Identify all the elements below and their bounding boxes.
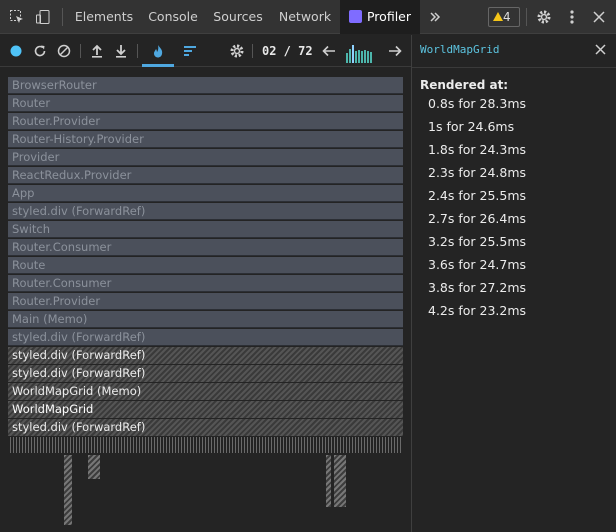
warning-icon [493,12,503,21]
tab-network[interactable]: Network [272,0,338,34]
flamegraph-row[interactable]: styled.div (ForwardRef) [8,203,403,220]
toolbar-separator [137,44,138,58]
gear-icon[interactable] [531,0,557,34]
toolbar-separator [62,8,63,26]
react-profiler-icon [348,10,362,23]
render-entry[interactable]: 3.8s for 27.2ms [428,280,526,295]
profiler-toolbar: 02 / 72 [0,35,411,67]
toolbar-separator [526,8,527,26]
record-icon[interactable] [4,35,28,67]
flamegraph-row[interactable]: styled.div (ForwardRef) [8,365,403,382]
prev-commit-icon[interactable] [317,35,341,67]
active-view-indicator [142,64,174,67]
ranked-chart-icon[interactable] [178,35,202,67]
flamegraph-row[interactable]: Router.Consumer [8,239,403,256]
tab-elements[interactable]: Elements [70,0,138,34]
flamegraph-row[interactable]: Router-History.Provider [8,131,403,148]
flamegraph-row[interactable]: Router.Provider [8,113,403,130]
flamegraph-row-selected[interactable]: WorldMapGrid [8,401,403,418]
flamegraph-row[interactable]: Router.Consumer [8,275,403,292]
flamegraph-row[interactable]: App [8,185,403,202]
flamegraph-row[interactable]: Router.Provider [8,293,403,310]
settings-icon[interactable] [225,35,249,67]
flamegraph-row[interactable]: ReactRedux.Provider [8,167,403,184]
flamegraph-row[interactable]: Router [8,95,403,112]
flamegraph-row[interactable]: Switch [8,221,403,238]
render-entry[interactable]: 1.8s for 24.3ms [428,142,526,157]
warnings-count: 4 [503,10,511,24]
flamegraph-row[interactable]: styled.div (ForwardRef) [8,347,403,364]
close-icon[interactable] [590,39,610,59]
flamegraph-child-bar[interactable] [326,455,331,507]
close-devtools-icon[interactable] [586,0,612,34]
flamegraph-row[interactable]: styled.div (ForwardRef) [8,419,403,436]
device-toolbar-icon[interactable] [30,0,56,34]
flamegraph-row[interactable]: styled.div (ForwardRef) [8,329,403,346]
render-entry[interactable]: 2.3s for 24.8ms [428,165,526,180]
flamegraph-row[interactable]: Route [8,257,403,274]
reload-icon[interactable] [28,35,52,67]
inspect-element-icon[interactable] [4,0,30,34]
profiler-pane: 02 / 72 BrowserRouter Router Router.Prov… [0,35,411,532]
next-commit-icon[interactable] [383,35,407,67]
tab-console[interactable]: Console [140,0,206,34]
save-profile-icon[interactable] [109,35,133,67]
flamegraph-child-bar[interactable] [64,455,72,525]
flamegraph-row[interactable]: Main (Memo) [8,311,403,328]
commit-counter: 02 / 72 [262,44,313,58]
devtools-tabbar: Elements Console Sources Network Profile… [0,0,616,34]
flamegraph-row[interactable]: BrowserRouter [8,77,403,94]
render-entry[interactable]: 2.7s for 26.4ms [428,211,526,226]
chevron-double-right-icon[interactable] [422,0,448,34]
render-entry[interactable]: 2.4s for 25.5ms [428,188,526,203]
commit-selector-chart[interactable] [345,43,375,63]
selected-component-name: WorldMapGrid [420,43,500,56]
load-profile-icon[interactable] [85,35,109,67]
render-entry[interactable]: 1s for 24.6ms [428,119,514,134]
flamegraph-child-bar[interactable] [88,455,100,479]
clear-icon[interactable] [52,35,76,67]
render-entry[interactable]: 3.2s for 25.5ms [428,234,526,249]
flamegraph-child-bar[interactable] [334,455,346,507]
render-entry[interactable]: 4.2s for 23.2ms [428,303,526,318]
warnings-badge[interactable]: 4 [488,7,520,27]
flamegraph-icon[interactable] [146,35,170,67]
toolbar-separator [80,44,81,58]
flamegraph-row[interactable]: WorldMapGrid (Memo) [8,383,403,400]
tab-profiler-label: Profiler [366,9,411,24]
toolbar-separator [252,44,253,58]
more-vertical-icon[interactable] [559,0,585,34]
details-separator [412,67,616,68]
rendered-at-label: Rendered at: [420,78,509,92]
flamegraph-row[interactable]: Provider [8,149,403,166]
render-entry[interactable]: 0.8s for 28.3ms [428,96,526,111]
tab-sources[interactable]: Sources [208,0,268,34]
component-details-pane: WorldMapGrid Rendered at: 0.8s for 28.3m… [412,35,616,532]
tab-profiler[interactable]: Profiler [340,0,420,34]
flamegraph-child-bars[interactable] [10,437,402,453]
render-entry[interactable]: 3.6s for 24.7ms [428,257,526,272]
